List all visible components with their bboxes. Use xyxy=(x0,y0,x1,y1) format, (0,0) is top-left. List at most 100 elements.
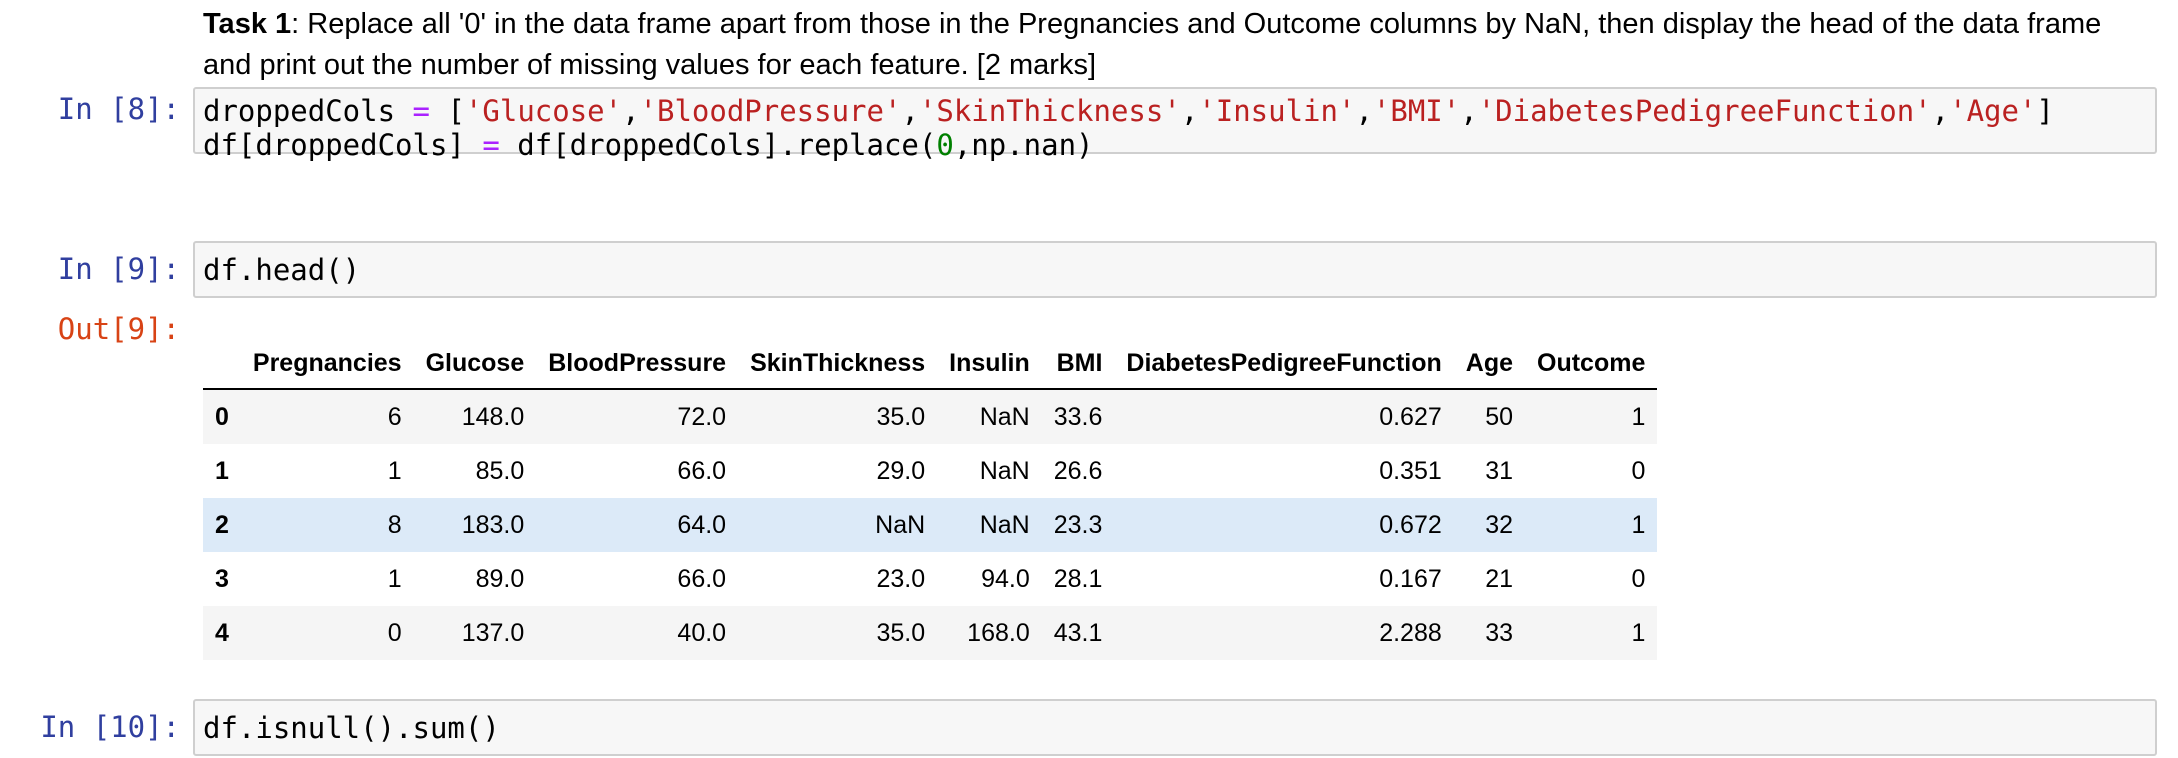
code-token: ] xyxy=(2036,94,2054,128)
table-cell: 0.351 xyxy=(1379,456,1442,485)
table-cell: 40.0 xyxy=(677,618,727,647)
column-header: Outcome xyxy=(1525,338,1658,390)
code-token: [ xyxy=(447,94,465,128)
table-row-highlighted: 2 8 183.0 64.0 NaN NaN 23.3 0.672 32 1 xyxy=(203,498,1658,552)
table-cell: 66.0 xyxy=(677,564,727,593)
table-cell: 33.6 xyxy=(1053,402,1103,431)
table-cell: 21 xyxy=(1485,564,1513,593)
code-string: 'Age' xyxy=(1949,94,2037,128)
table-cell: 26.6 xyxy=(1053,456,1103,485)
table-cell: 0.627 xyxy=(1379,402,1442,431)
out-prompt-9: Out[9]: xyxy=(57,312,180,346)
task-title: Task 1 xyxy=(203,8,292,40)
code-token: , xyxy=(622,94,640,128)
code-token: = xyxy=(412,94,430,128)
code-cell-8[interactable]: droppedCols = ['Glucose','BloodPressure'… xyxy=(193,87,2157,162)
row-index: 2 xyxy=(215,510,229,539)
code-editor-8[interactable]: droppedCols = ['Glucose','BloodPressure'… xyxy=(195,89,2155,162)
code-token: , xyxy=(1180,94,1199,128)
table-cell: 168.0 xyxy=(967,618,1030,647)
table-cell: 32 xyxy=(1485,510,1513,539)
row-index: 3 xyxy=(215,564,229,593)
table-cell: 0.167 xyxy=(1379,564,1442,593)
table-row: 4 0 137.0 40.0 35.0 168.0 43.1 2.288 33 … xyxy=(203,606,1658,660)
table-row: 1 1 85.0 66.0 29.0 NaN 26.6 0.351 31 0 xyxy=(203,444,1657,498)
table-row: 3 1 89.0 66.0 23.0 94.0 28.1 0.167 21 0 xyxy=(203,552,1657,606)
table-cell: 183.0 xyxy=(461,510,525,539)
table-header: Pregnancies Glucose BloodPressure SkinTh… xyxy=(203,338,1658,390)
code-token: droppedCols xyxy=(203,94,396,128)
table-cell: 66.0 xyxy=(677,456,727,485)
header-row: Pregnancies Glucose BloodPressure SkinTh… xyxy=(203,338,1658,390)
column-header: SkinThickness xyxy=(738,338,938,390)
table-row: 0 6 148.0 72.0 35.0 NaN 33.6 0.627 50 1 xyxy=(203,389,1658,444)
table-cell: 1 xyxy=(1631,618,1646,647)
column-header-index xyxy=(203,338,241,390)
code-token: df[droppedCols] xyxy=(203,128,465,162)
table-cell: 6 xyxy=(387,402,402,431)
code-string: 'BMI' xyxy=(1372,94,1461,128)
code-string: 'BloodPressure' xyxy=(639,94,902,128)
code-number: 0 xyxy=(936,128,954,162)
code-token: , xyxy=(901,94,919,128)
table-cell: 0 xyxy=(1631,456,1646,485)
table-cell: 43.1 xyxy=(1053,618,1103,647)
table-cell: 35.0 xyxy=(876,402,926,431)
row-index: 1 xyxy=(215,456,229,485)
table-cell: 29.0 xyxy=(876,456,926,485)
row-index: 0 xyxy=(215,402,229,431)
table-cell: 0.672 xyxy=(1379,510,1442,539)
table-cell: 94.0 xyxy=(981,564,1030,593)
task-markdown: Task 1: Replace all '0' in the data fram… xyxy=(203,4,2143,86)
code-token: df[droppedCols].replace( xyxy=(499,128,937,162)
table-cell: 33 xyxy=(1485,618,1513,647)
code-cell-10[interactable]: df.isnull().sum() xyxy=(193,699,2157,756)
table-cell: 23.3 xyxy=(1053,510,1103,539)
column-header: Pregnancies xyxy=(240,338,414,390)
code-token: ,np.nan) xyxy=(953,128,1094,162)
table-cell: 35.0 xyxy=(876,618,926,647)
column-header: DiabetesPedigreeFunction xyxy=(1114,338,1454,390)
column-header: Age xyxy=(1453,338,1525,390)
code-cell-9[interactable]: df.head() xyxy=(193,241,2157,298)
table-cell: 2.288 xyxy=(1379,618,1442,647)
table-cell: 85.0 xyxy=(475,456,525,485)
table-cell: 1 xyxy=(1631,510,1646,539)
code-editor-9[interactable]: df.head() xyxy=(195,243,2155,287)
in-prompt-9: In [9]: xyxy=(57,252,180,286)
table-cell: 23.0 xyxy=(876,564,926,593)
table-cell: 64.0 xyxy=(677,510,727,539)
table-cell: 28.1 xyxy=(1053,564,1103,593)
table-cell: NaN xyxy=(875,510,926,539)
table-cell: 50 xyxy=(1485,402,1513,431)
table-cell: 137.0 xyxy=(461,618,525,647)
table-cell: NaN xyxy=(979,510,1030,539)
code-token: , xyxy=(1355,94,1373,128)
code-editor-10[interactable]: df.isnull().sum() xyxy=(195,701,2155,745)
code-token: , xyxy=(1931,94,1950,128)
table-cell: 0 xyxy=(387,618,402,647)
table-cell: NaN xyxy=(979,402,1030,431)
table-cell: 1 xyxy=(387,456,402,485)
table-cell: 8 xyxy=(387,510,402,539)
dataframe-table: Pregnancies Glucose BloodPressure SkinTh… xyxy=(203,338,1658,660)
column-header: Insulin xyxy=(937,338,1042,390)
code-string: 'Insulin' xyxy=(1198,94,1356,128)
code-string: 'SkinThickness' xyxy=(918,94,1181,128)
column-header: BloodPressure xyxy=(536,338,739,390)
in-prompt-10: In [10]: xyxy=(40,710,180,744)
table-cell: 89.0 xyxy=(475,564,525,593)
code-string: 'DiabetesPedigreeFunction' xyxy=(1477,94,1932,128)
table-cell: 72.0 xyxy=(677,402,727,431)
table-cell: NaN xyxy=(979,456,1030,485)
code-token: = xyxy=(482,128,500,162)
table-cell: 1 xyxy=(387,564,402,593)
row-index: 4 xyxy=(215,618,229,647)
table-cell: 31 xyxy=(1485,456,1513,485)
column-header: Glucose xyxy=(413,338,537,390)
in-prompt-8: In [8]: xyxy=(57,92,180,126)
table-cell: 0 xyxy=(1631,564,1646,593)
